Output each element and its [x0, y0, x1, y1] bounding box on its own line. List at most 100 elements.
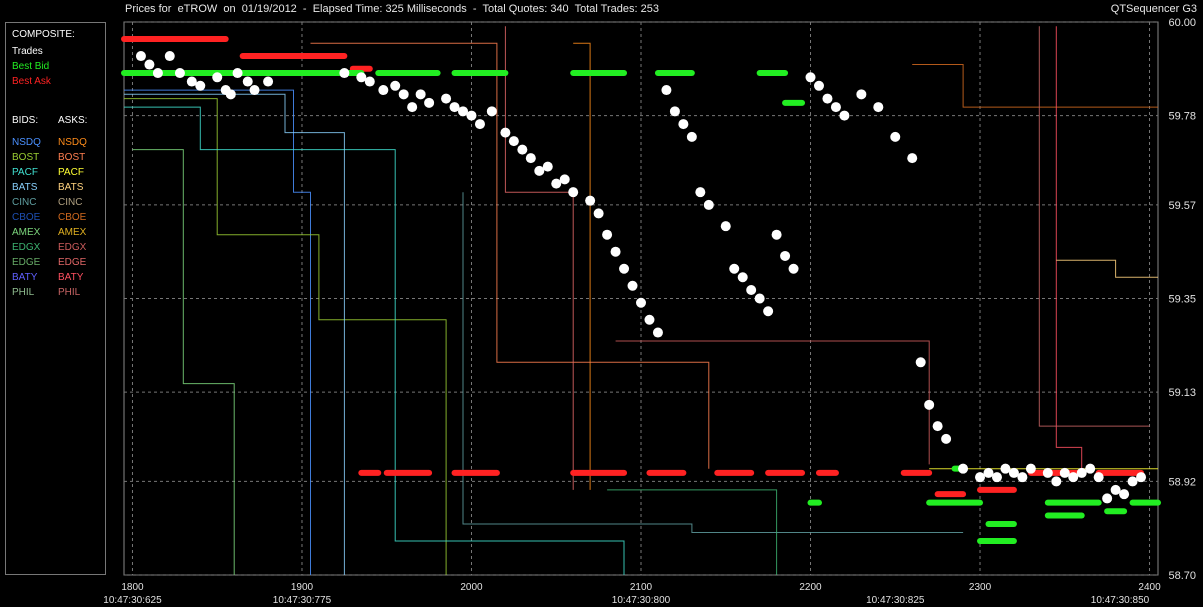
y-tick-label: 59.57 [1168, 200, 1196, 212]
x-tick-label: 2300 [969, 582, 992, 593]
legend-ask-edge: EDGE [58, 257, 87, 268]
trade-point [839, 110, 850, 121]
trade-point [763, 306, 774, 317]
trade-point [983, 467, 994, 478]
trade-point [830, 102, 841, 113]
composite-header: COMPOSITE: [12, 29, 75, 40]
trade-point [746, 284, 757, 295]
legend-composite-best-bid: Best Bid [12, 61, 50, 72]
trade-point [593, 208, 604, 219]
x-time-label: 10:47:30:850 [1091, 595, 1150, 606]
legend-ask-cboe: CBOE [58, 212, 87, 223]
y-tick-label: 59.13 [1168, 387, 1196, 399]
y-tick-label: 58.92 [1168, 476, 1196, 488]
trade-point [1127, 476, 1138, 487]
trade-point [1017, 472, 1028, 483]
trade-point [856, 89, 867, 100]
trade-point [186, 76, 197, 87]
trade-point [1008, 467, 1019, 478]
trade-point [356, 72, 367, 83]
trade-point [780, 250, 791, 261]
legend-ask-pacf: PACF [58, 167, 84, 178]
price-chart[interactable]: 60.00 59.78 59.57 59.35 59.13 58.92 58.70 1800 1… [0, 0, 1203, 607]
trade-point [1000, 463, 1011, 474]
trade-point [144, 59, 155, 70]
legend-ask-amex: AMEX [58, 227, 87, 238]
trade-point [415, 89, 426, 100]
trade-point [703, 199, 714, 210]
legend-bid-edgx: EDGX [12, 242, 41, 253]
trade-point [924, 399, 935, 410]
trade-point [474, 119, 485, 130]
trade-point [771, 229, 782, 240]
trade-point [441, 93, 452, 104]
x-tick-label: 1900 [291, 582, 314, 593]
y-tick-label: 59.78 [1168, 111, 1196, 123]
trade-point [788, 263, 799, 274]
legend-composite-trades: Trades [12, 46, 43, 57]
trade-point [242, 76, 253, 87]
trade-point [754, 293, 765, 304]
trade-point [1085, 463, 1096, 474]
bids-header: BIDS: [12, 115, 39, 126]
trade-point [610, 246, 621, 257]
legend-ask-baty: BATY [58, 272, 84, 283]
x-time-label: 10:47:30:800 [612, 595, 671, 606]
trade-point [135, 51, 146, 62]
trade-point [619, 263, 630, 274]
legend-ask-bost: BOST [58, 152, 86, 163]
legend-bid-phil: PHIL [12, 287, 35, 298]
trade-point [890, 131, 901, 142]
trade-point [1025, 463, 1036, 474]
x-time-label: 10:47:30:625 [103, 595, 162, 606]
trade-point [339, 68, 350, 79]
trade-point [407, 102, 418, 113]
trade-point [1119, 489, 1130, 500]
trade-point [174, 68, 185, 79]
trade-point [364, 76, 375, 87]
legend-bid-nsdq: NSDQ [12, 137, 41, 148]
legend-bid-cboe: CBOE [12, 212, 41, 223]
legend-bid-baty: BATY [12, 272, 38, 283]
trade-point [232, 68, 243, 79]
trade-point [1102, 493, 1113, 504]
trade-point [500, 127, 511, 138]
trade-point [466, 110, 477, 121]
trade-point [729, 263, 740, 274]
trade-point [932, 421, 943, 432]
trade-point [263, 76, 274, 87]
trade-point [991, 472, 1002, 483]
trade-point [695, 187, 706, 198]
legend-composite-best-ask: Best Ask [12, 76, 51, 87]
trade-point [678, 119, 689, 130]
trade-point [398, 89, 409, 100]
trade-point [805, 72, 816, 83]
x-tick-label: 2200 [799, 582, 822, 593]
trade-point [1136, 472, 1147, 483]
trade-point [907, 153, 918, 164]
trade-point [508, 136, 519, 147]
trade-point [212, 72, 223, 83]
trade-point [449, 102, 460, 113]
trade-point [822, 93, 833, 104]
x-tick-label: 2400 [1138, 582, 1161, 593]
trade-point [720, 221, 731, 232]
trade-point [1068, 472, 1079, 483]
trade-point [661, 85, 672, 96]
trade-point [636, 297, 646, 308]
trade-point [1059, 467, 1070, 478]
trade-point [585, 195, 596, 206]
legend-panel: COMPOSITE: Trades Best Bid Best Ask BIDS… [5, 22, 106, 575]
legend-bid-edge: EDGE [12, 257, 41, 268]
trade-point [975, 472, 986, 483]
trade-point [958, 463, 969, 474]
x-tick-label: 2000 [460, 582, 483, 593]
trade-point [152, 68, 163, 79]
trade-point [737, 272, 748, 283]
x-tick-label: 1800 [121, 582, 144, 593]
trade-point [195, 80, 206, 91]
trade-point [652, 327, 663, 338]
trade-point [915, 357, 926, 368]
trade-point [378, 85, 389, 96]
legend-ask-edgx: EDGX [58, 242, 87, 253]
